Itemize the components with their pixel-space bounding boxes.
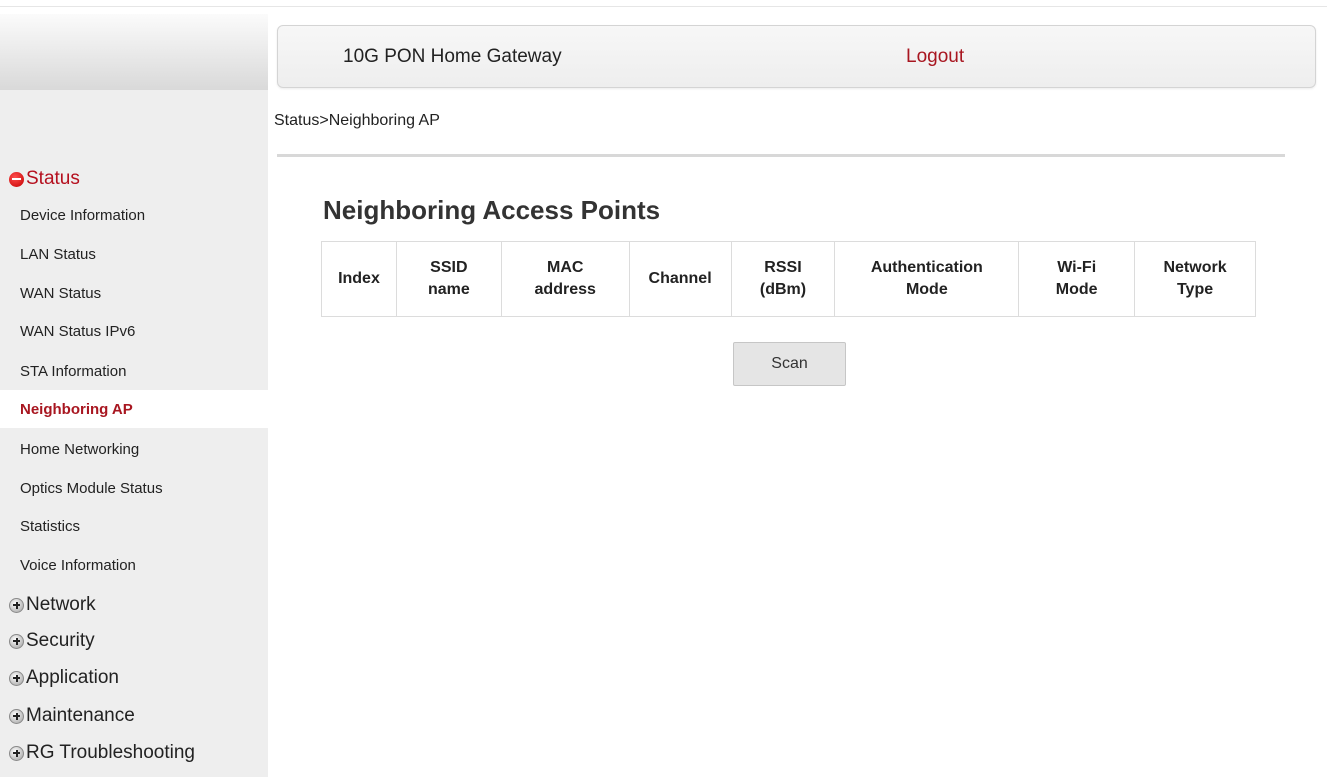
expand-icon <box>9 633 24 649</box>
sidebar-group-rg-troubleshooting[interactable]: RG Troubleshooting <box>0 735 268 771</box>
sidebar-group-label: Network <box>26 594 96 615</box>
column-header-network-type: Network Type <box>1134 241 1256 317</box>
sidebar-item-device-information[interactable]: Device Information <box>0 196 268 234</box>
column-header-line2: Type <box>1176 281 1214 298</box>
sidebar-item-statistics[interactable]: Statistics <box>0 507 268 545</box>
sidebar-group-maintenance[interactable]: Maintenance <box>0 698 268 734</box>
expand-icon <box>9 745 24 761</box>
sidebar-item-label: Optics Module Status <box>20 479 163 497</box>
column-header-line1: Wi-Fi <box>1057 259 1097 276</box>
column-header-line2: address <box>534 281 596 298</box>
column-header-line1: SSID <box>430 259 468 276</box>
sidebar-item-label: Voice Information <box>20 556 136 574</box>
top-divider <box>0 6 1327 7</box>
collapse-icon <box>9 171 24 187</box>
sidebar-item-label: Device Information <box>20 206 146 224</box>
column-header-line2: Mode <box>1055 281 1098 298</box>
sidebar-item-label: Home Networking <box>20 440 140 458</box>
column-header-channel: Channel <box>628 241 732 317</box>
sidebar-group-status[interactable]: Status <box>0 161 268 197</box>
sidebar-group-label: Security <box>26 630 95 651</box>
column-header-mac-address: MAC address <box>500 241 630 317</box>
column-header-line1: Network <box>1163 259 1227 276</box>
column-header-line1: Index <box>338 270 380 287</box>
sidebar-group-label: RG Troubleshooting <box>26 742 195 763</box>
expand-icon <box>9 597 24 613</box>
sidebar-group-label: Application <box>26 667 119 688</box>
column-header-index: Index <box>321 241 397 317</box>
header-bar: 10G PON Home Gateway Logout <box>277 25 1316 88</box>
column-header-line2: (dBm) <box>759 281 807 298</box>
sidebar-item-optics-module-status[interactable]: Optics Module Status <box>0 469 268 507</box>
gateway-title: 10G PON Home Gateway <box>343 46 562 67</box>
sidebar-item-neighboring-ap[interactable]: Neighboring AP <box>0 390 268 428</box>
column-header-wifi-mode: Wi-Fi Mode <box>1018 241 1136 317</box>
sidebar: Status Device Information LAN Status WAN… <box>0 90 268 777</box>
sidebar-item-label: LAN Status <box>20 245 96 263</box>
breadcrumb: Status>Neighboring AP <box>274 112 440 129</box>
sidebar-item-label: WAN Status <box>20 284 102 302</box>
sidebar-item-wan-status[interactable]: WAN Status <box>0 274 268 312</box>
logout-link[interactable]: Logout <box>906 46 964 68</box>
sidebar-item-voice-information[interactable]: Voice Information <box>0 546 268 584</box>
sidebar-group-label: Status <box>26 168 80 189</box>
expand-icon <box>9 708 24 724</box>
sidebar-item-home-networking[interactable]: Home Networking <box>0 430 268 468</box>
column-header-line1: MAC <box>546 259 584 276</box>
sidebar-group-application[interactable]: Application <box>0 660 268 696</box>
column-header-line2: Mode <box>905 281 948 298</box>
column-header-ssid-name: SSID name <box>395 241 502 317</box>
sidebar-group-label: Maintenance <box>26 705 135 726</box>
column-header-line2: name <box>427 281 470 298</box>
content-divider <box>277 154 1285 157</box>
sidebar-item-sta-information[interactable]: STA Information <box>0 352 268 390</box>
column-header-line1: Channel <box>648 270 712 287</box>
expand-icon <box>9 670 24 686</box>
sidebar-item-label: STA Information <box>20 362 127 380</box>
sidebar-group-security[interactable]: Security <box>0 623 268 659</box>
column-header-line1: Authentication <box>870 259 983 276</box>
column-header-rssi: RSSI (dBm) <box>730 241 836 317</box>
logo-area <box>0 14 268 90</box>
sidebar-item-wan-status-ipv6[interactable]: WAN Status IPv6 <box>0 312 268 350</box>
neighboring-ap-table: Index SSID name MAC address Channel RSSI… <box>321 241 1256 317</box>
sidebar-item-label: WAN Status IPv6 <box>20 322 136 340</box>
sidebar-item-label: Statistics <box>20 517 81 535</box>
table-header-row: Index SSID name MAC address Channel RSSI… <box>321 241 1256 317</box>
sidebar-group-network[interactable]: Network <box>0 587 268 623</box>
sidebar-item-lan-status[interactable]: LAN Status <box>0 235 268 273</box>
column-header-authentication-mode: Authentication Mode <box>834 241 1020 317</box>
scan-button[interactable]: Scan <box>733 342 846 386</box>
column-header-line1: RSSI <box>764 259 802 276</box>
sidebar-item-label: Neighboring AP <box>20 400 133 418</box>
page-title: Neighboring Access Points <box>323 195 661 225</box>
